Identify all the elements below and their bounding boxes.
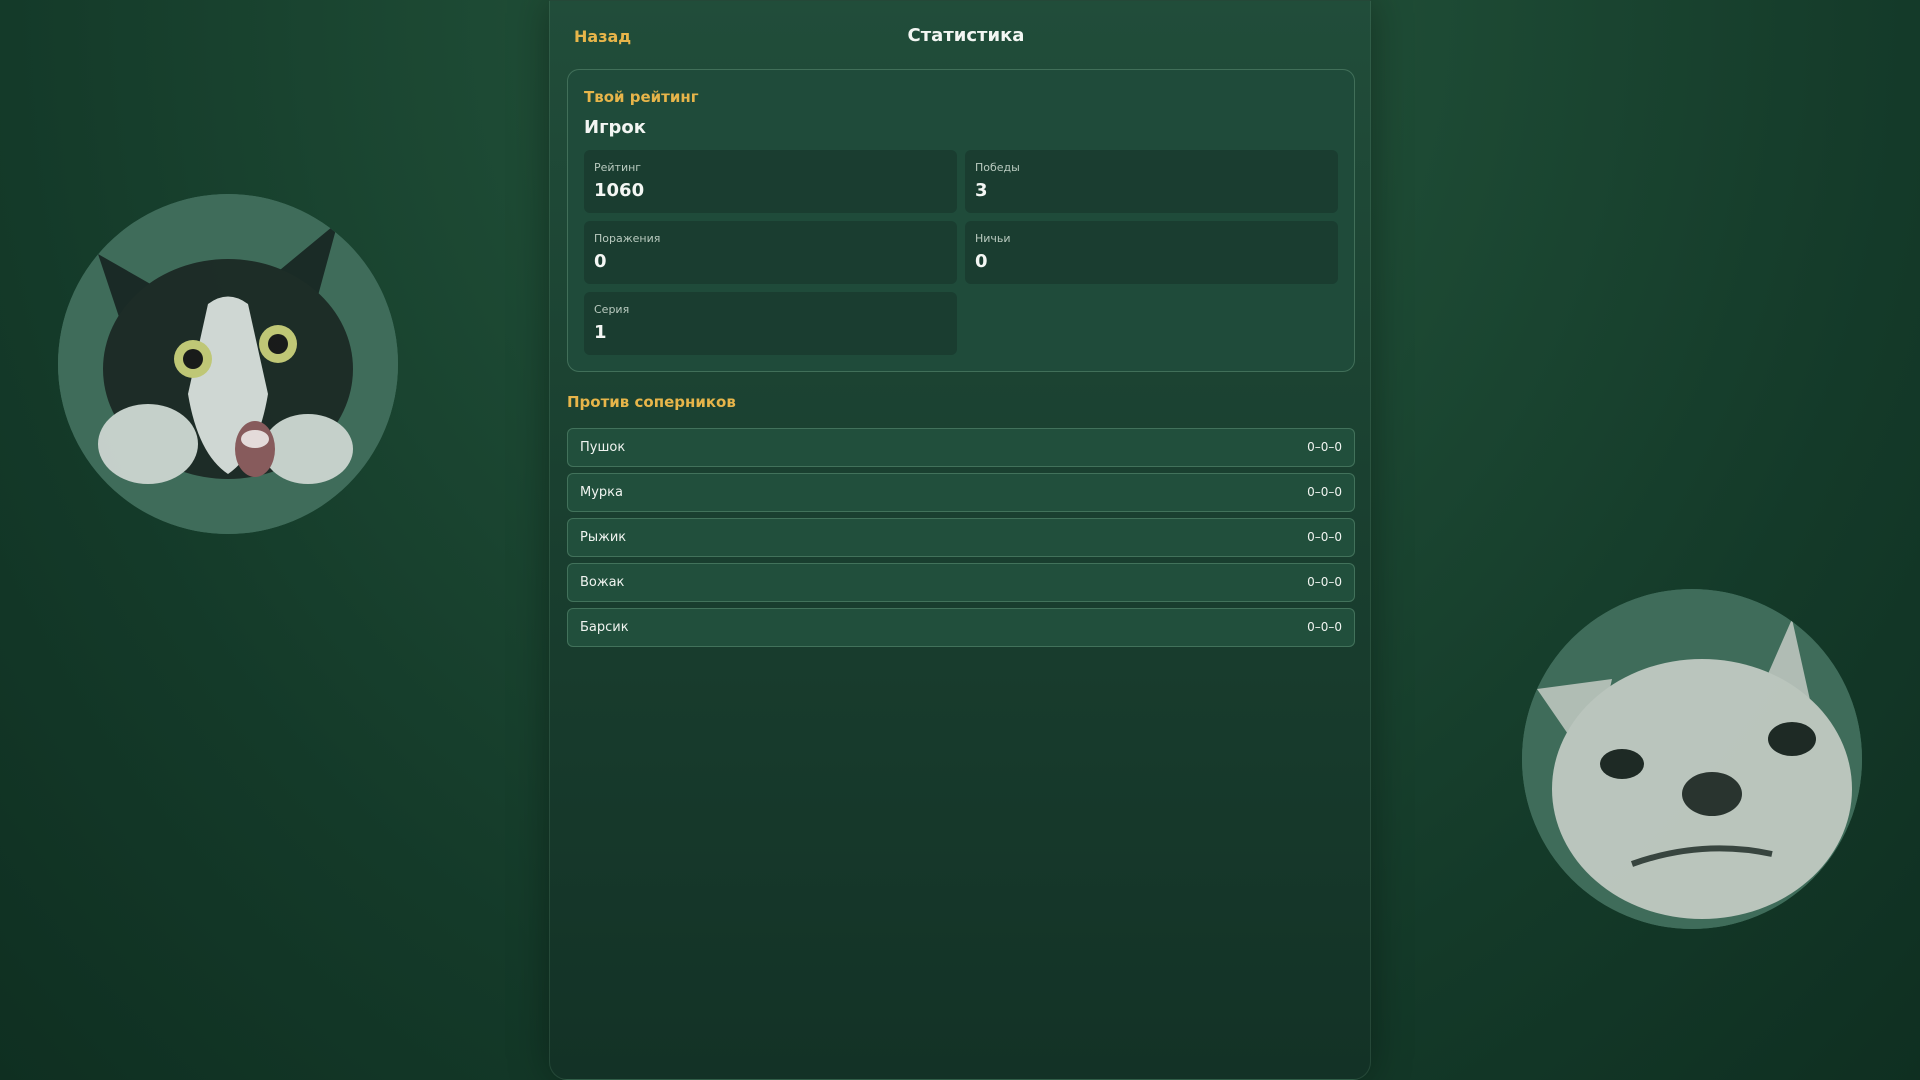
opponent-list: Пушок 0–0–0 Мурка 0–0–0 Рыжик 0–0–0 Вожа… <box>567 428 1355 653</box>
opponents-heading: Против соперников <box>567 393 736 411</box>
opponent-record: 0–0–0 <box>1307 575 1342 589</box>
rating-heading: Твой рейтинг <box>584 88 699 106</box>
stat-value: 1060 <box>594 180 645 201</box>
opponent-row[interactable]: Мурка 0–0–0 <box>567 473 1355 512</box>
stat-label: Победы <box>975 161 1020 174</box>
opponent-name: Вожак <box>580 575 625 590</box>
opponent-row[interactable]: Пушок 0–0–0 <box>567 428 1355 467</box>
opponent-row[interactable]: Вожак 0–0–0 <box>567 563 1355 602</box>
opponent-name: Барсик <box>580 620 629 635</box>
stat-label: Серия <box>594 303 630 316</box>
stat-streak: Серия 1 <box>584 292 957 355</box>
rating-card: Твой рейтинг Игрок Рейтинг 1060 Победы 3… <box>567 69 1355 372</box>
opponent-row[interactable]: Барсик 0–0–0 <box>567 608 1355 647</box>
stat-value: 1 <box>594 322 607 343</box>
stat-wins: Победы 3 <box>965 150 1338 213</box>
opponent-record: 0–0–0 <box>1307 530 1342 544</box>
player-name: Игрок <box>584 117 646 138</box>
stat-draws: Ничьи 0 <box>965 221 1338 284</box>
stat-value: 0 <box>975 251 988 272</box>
stat-losses: Поражения 0 <box>584 221 957 284</box>
statistics-panel: Назад Статистика Твой рейтинг Игрок Рейт… <box>549 0 1371 1080</box>
stat-value: 3 <box>975 180 988 201</box>
opponent-name: Рыжик <box>580 530 627 545</box>
stat-label: Поражения <box>594 232 661 245</box>
opponent-name: Пушок <box>580 440 626 455</box>
dog-illustration <box>1522 589 1862 929</box>
opponent-record: 0–0–0 <box>1307 440 1342 454</box>
opponent-name: Мурка <box>580 485 623 500</box>
opponent-row[interactable]: Рыжик 0–0–0 <box>567 518 1355 557</box>
dog-image <box>1522 589 1862 929</box>
cat-illustration <box>58 194 398 534</box>
stat-value: 0 <box>594 251 607 272</box>
page-title: Статистика <box>907 25 1025 46</box>
stat-label: Рейтинг <box>594 161 642 174</box>
opponent-record: 0–0–0 <box>1307 485 1342 499</box>
stat-label: Ничьи <box>975 232 1011 245</box>
top-bar: Назад Статистика <box>550 1 1370 73</box>
stat-rating: Рейтинг 1060 <box>584 150 957 213</box>
opponent-record: 0–0–0 <box>1307 620 1342 634</box>
cat-image <box>58 194 398 534</box>
